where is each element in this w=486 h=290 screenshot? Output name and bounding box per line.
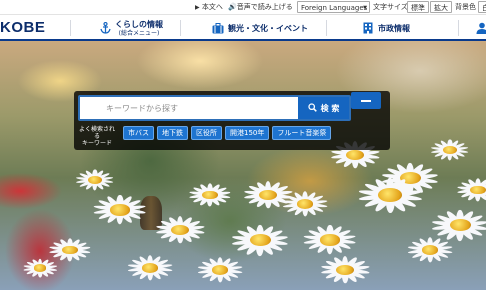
nav-divider: [326, 20, 327, 36]
hero-photo: [0, 41, 486, 290]
nav-divider: [70, 20, 71, 36]
flower-center: [249, 234, 271, 246]
daisy-flower: [302, 225, 358, 255]
search-input[interactable]: [106, 100, 296, 116]
keyword-tag[interactable]: 区役所: [191, 126, 222, 140]
popular-keywords: 市バス 地下鉄 区役所 開港150年 フルート音楽祭: [123, 126, 332, 140]
flower-center: [33, 264, 47, 272]
search-panel: 検 索 よく検索される キーワード 市バス 地下鉄 区役所 開港150年 フルー…: [74, 91, 390, 150]
flower-center: [421, 245, 439, 255]
bg-white-button[interactable]: 白: [478, 1, 486, 13]
nav-item-living-info[interactable]: くらしの情報 (総合メニュー): [99, 17, 163, 39]
building-icon: [362, 22, 374, 34]
daisy-flower: [154, 216, 206, 244]
text-size-label: 文字サイズ: [373, 3, 408, 11]
keyword-tag[interactable]: 地下鉄: [157, 126, 188, 140]
daisy-flower: [92, 195, 148, 225]
text-size-large-button[interactable]: 拡大: [430, 1, 452, 13]
person-icon: [476, 22, 486, 34]
flower-center: [449, 219, 471, 231]
daisy-flower: [430, 209, 486, 241]
nav-item-tourism[interactable]: 観光・文化・イベント: [212, 17, 308, 39]
daisy-flower: [242, 181, 294, 209]
nav-label: 市政情報: [378, 23, 410, 33]
bg-color-label: 背景色: [455, 3, 476, 11]
text-size-standard-button[interactable]: 標準: [407, 1, 429, 13]
suitcase-icon: [212, 22, 224, 34]
search-box: 検 索: [78, 95, 351, 121]
daisy-flower: [75, 169, 115, 191]
nav-label: 観光・文化・イベント: [228, 23, 308, 33]
daisy-flower: [126, 255, 174, 281]
daisy-flower: [406, 237, 454, 263]
daisy-flower: [188, 183, 232, 207]
collapse-search-button[interactable]: [351, 92, 381, 109]
flower-center: [62, 245, 78, 255]
skip-to-main-link[interactable]: ▶ 本文へ: [195, 1, 223, 13]
keyword-tag[interactable]: 市バス: [123, 126, 154, 140]
flower-center: [443, 146, 457, 154]
keyword-tag[interactable]: 開港150年: [225, 126, 270, 140]
daisy-flower: [48, 238, 92, 262]
speaker-icon: 🔊: [228, 3, 237, 11]
main-nav: KOBE くらしの情報 (総合メニュー) 観光・文化・イベント 市政情報: [0, 15, 486, 41]
read-aloud-link[interactable]: 🔊音声で読み上げる: [228, 1, 293, 13]
language-select[interactable]: Foreign Languages ▼: [297, 1, 370, 13]
daisy-flower: [230, 224, 290, 256]
nav-item-city-admin[interactable]: 市政情報: [362, 17, 410, 39]
flower-center: [470, 185, 486, 195]
site-logo[interactable]: KOBE: [0, 19, 45, 36]
flower-center: [378, 188, 402, 202]
daisy-flower: [430, 139, 470, 161]
chevron-down-icon: ▼: [363, 5, 367, 11]
flower-center: [110, 204, 130, 216]
anchor-icon: [99, 22, 111, 34]
flower-center: [88, 176, 102, 184]
daisy-flower: [319, 256, 371, 284]
popular-keywords-label: よく検索される キーワード: [78, 126, 115, 147]
flower-center: [211, 265, 229, 275]
search-button-label: 検 索: [320, 103, 340, 113]
nav-divider: [458, 20, 459, 36]
daisy-flower: [22, 258, 58, 278]
nav-divider: [180, 20, 181, 36]
nav-label: くらしの情報: [115, 20, 163, 29]
search-icon: [307, 102, 317, 114]
search-button[interactable]: 検 索: [298, 97, 349, 119]
flower-center: [320, 234, 340, 246]
daisy-flower: [196, 257, 244, 283]
daisy-flower: [456, 178, 486, 202]
flower-center: [202, 190, 218, 200]
utility-bar: ▶ 本文へ 🔊音声で読み上げる Foreign Languages ▼ 文字サイ…: [0, 0, 486, 15]
flower-center: [141, 263, 159, 273]
minus-icon: [361, 99, 371, 102]
nav-sublabel: (総合メニュー): [118, 30, 160, 37]
daisy-flower: [356, 177, 424, 213]
keyword-tag[interactable]: フルート音楽祭: [272, 126, 332, 140]
user-menu[interactable]: [476, 17, 486, 39]
flower-center: [296, 199, 314, 209]
